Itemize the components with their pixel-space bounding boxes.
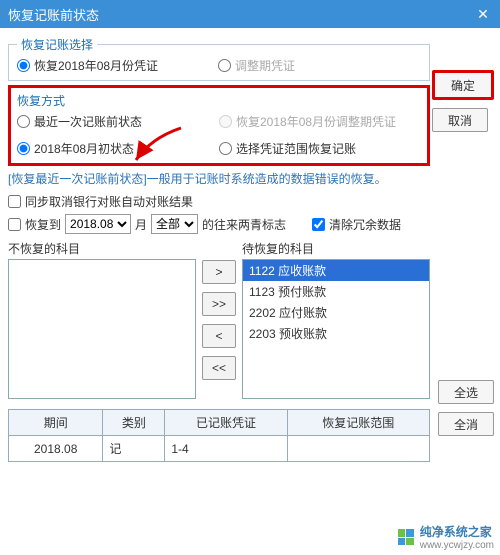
dialog-title: 恢复记账前状态 [8, 5, 99, 24]
radio-restore-adjust: 恢复2018年08月份调整期凭证 [219, 113, 421, 130]
left-list-label: 不恢复的科目 [8, 240, 196, 257]
move-left-button[interactable]: < [202, 324, 236, 348]
cancel-button[interactable]: 取消 [432, 108, 488, 132]
round-label: 的往来两青标志 [202, 216, 286, 233]
description-text: [恢复最近一次记账前状态]一般用于记账时系统造成的数据错误的恢复。 [8, 170, 430, 187]
checkbox-sync-cancel[interactable]: 同步取消银行对账自动对账结果 [8, 193, 430, 210]
right-listbox[interactable]: 1122 应收账款1123 预付账款2202 应付账款2203 预收账款 [242, 259, 430, 399]
list-item[interactable]: 2202 应付账款 [243, 302, 429, 323]
col-period: 期间 [9, 410, 103, 436]
close-icon[interactable]: ✕ [474, 5, 492, 23]
voucher-table: 期间 类别 已记账凭证 恢复记账范围 2018.08 记 1-4 [8, 409, 430, 462]
move-all-left-button[interactable]: << [202, 356, 236, 380]
list-item[interactable]: 2203 预收账款 [243, 323, 429, 344]
ok-button[interactable]: 确定 [432, 70, 494, 100]
col-range: 恢复记账范围 [287, 410, 429, 436]
move-all-right-button[interactable]: >> [202, 292, 236, 316]
radio-last-state[interactable]: 最近一次记账前状态 [17, 113, 219, 130]
list-item[interactable]: 1122 应收账款 [243, 260, 429, 281]
move-right-button[interactable]: > [202, 260, 236, 284]
left-listbox[interactable] [8, 259, 196, 399]
select-all-button[interactable]: 全选 [438, 380, 494, 404]
restore-method-group: 恢复方式 最近一次记账前状态 恢复2018年08月份调整期凭证 2018年08月… [8, 85, 430, 166]
col-posted: 已记账凭证 [165, 410, 287, 436]
checkbox-clear-redundant[interactable]: 清除冗余数据 [312, 216, 401, 233]
radio-restore-vouchers[interactable]: 恢复2018年08月份凭证 [17, 57, 158, 74]
watermark-icon [398, 529, 414, 545]
radio-adjust-vouchers[interactable]: 调整期凭证 [218, 57, 295, 74]
watermark: 纯净系统之家 www.ycwjzy.com [398, 523, 494, 551]
checkbox-restore-to[interactable]: 恢复到 [8, 216, 61, 233]
restore-select-group: 恢复记账选择 恢复2018年08月份凭证 调整期凭证 [8, 36, 430, 81]
all-select[interactable]: 全部 [151, 214, 198, 234]
restore-method-legend: 恢复方式 [17, 92, 421, 109]
right-list-label: 待恢复的科目 [242, 240, 430, 257]
month-label: 月 [135, 216, 147, 233]
col-category: 类别 [103, 410, 165, 436]
radio-month-begin[interactable]: 2018年08月初状态 [17, 140, 219, 157]
clear-all-button[interactable]: 全消 [438, 412, 494, 436]
period-select[interactable]: 2018.08 [65, 214, 131, 234]
radio-select-range[interactable]: 选择凭证范围恢复记账 [219, 140, 421, 157]
restore-select-legend: 恢复记账选择 [17, 36, 97, 53]
list-item[interactable]: 1123 预付账款 [243, 281, 429, 302]
table-row[interactable]: 2018.08 记 1-4 [9, 436, 430, 462]
